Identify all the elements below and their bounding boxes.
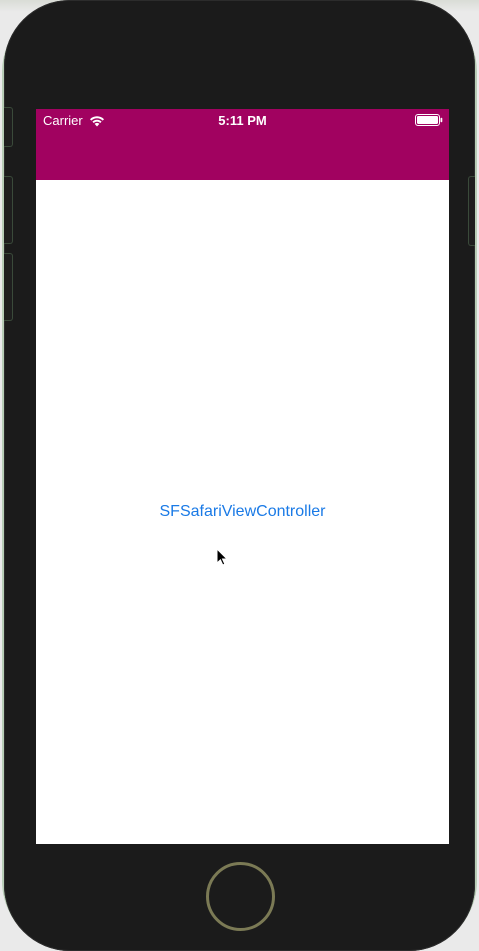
volume-down-button bbox=[4, 253, 13, 321]
mouse-pointer-icon bbox=[216, 548, 228, 566]
home-button[interactable] bbox=[206, 862, 275, 931]
power-button bbox=[468, 176, 475, 246]
main-content: SFSafariViewController bbox=[36, 180, 449, 844]
navigation-bar: Carrier 5:11 PM bbox=[36, 109, 449, 180]
device-screen: Carrier 5:11 PM SFSafariViewController bbox=[36, 109, 449, 844]
status-bar: Carrier 5:11 PM bbox=[36, 109, 449, 131]
simulator-window: Carrier 5:11 PM SFSafariViewController bbox=[0, 0, 479, 951]
battery-full-icon bbox=[415, 114, 443, 126]
sfsafariviewcontroller-button[interactable]: SFSafariViewController bbox=[36, 503, 449, 521]
volume-up-button bbox=[4, 176, 13, 244]
status-time: 5:11 PM bbox=[218, 113, 267, 128]
mute-switch bbox=[4, 107, 13, 147]
